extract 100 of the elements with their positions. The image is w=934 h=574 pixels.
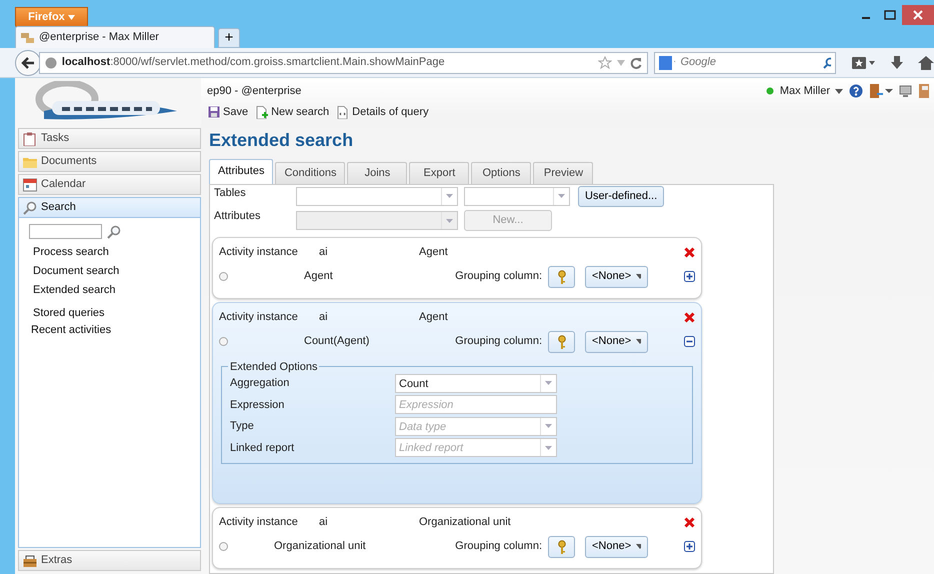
attribute-card[interactable]: Activity instance ai Agent Count(Agent) Grouping column: <None> Extended Options Aggregation Count Expression Expression Type Data type Linked report Linked report xyxy=(212,302,702,504)
text-field[interactable]: Expression xyxy=(395,395,557,414)
field-label: Linked report xyxy=(230,440,296,456)
field-label: Aggregation xyxy=(230,376,290,391)
page-title: Extended search xyxy=(209,128,354,152)
clipboard-icon xyxy=(23,132,37,146)
search-icon[interactable] xyxy=(107,224,121,238)
accordion-header[interactable]: Calendar xyxy=(18,174,201,195)
expand-icon[interactable] xyxy=(684,541,695,552)
sidebar-link[interactable]: Stored queries xyxy=(27,300,192,323)
field-label: Type xyxy=(230,419,255,434)
search-box[interactable]: Google xyxy=(654,52,836,74)
toolbar-button[interactable]: Save xyxy=(208,104,248,120)
home-icon[interactable] xyxy=(918,56,934,70)
reload-icon[interactable] xyxy=(630,56,642,68)
tab[interactable]: Attributes xyxy=(209,158,274,184)
key-button[interactable] xyxy=(548,536,575,558)
attribute-name: Count(Agent) xyxy=(303,334,370,350)
tab-favicon-icon xyxy=(21,32,35,44)
radio-button[interactable] xyxy=(219,337,228,346)
delete-icon[interactable] xyxy=(684,517,695,528)
search-icon[interactable] xyxy=(822,56,832,68)
monitor-icon[interactable] xyxy=(899,84,913,98)
user-menu[interactable]: Max Miller xyxy=(780,82,843,100)
key-icon xyxy=(558,270,566,284)
accordion-header[interactable]: Extras xyxy=(18,550,201,571)
dropdown[interactable]: Count xyxy=(395,374,557,393)
caret-icon xyxy=(636,339,641,344)
url-text: localhost:8000/wf/servlet.method/com.groiss.smartclient.Main.showMainPage xyxy=(62,55,446,70)
table-name: Activity instance xyxy=(219,310,299,326)
key-button[interactable] xyxy=(548,330,575,352)
calendar-icon xyxy=(23,178,37,192)
new-document-icon xyxy=(256,106,268,119)
column-name: Agent xyxy=(419,245,449,260)
accordion-header[interactable]: Tasks xyxy=(18,128,201,149)
caret-icon xyxy=(545,446,552,450)
field-label: Attributes xyxy=(214,208,262,224)
grouping-dropdown[interactable]: <None> xyxy=(585,536,648,558)
accordion-header[interactable]: Documents xyxy=(18,151,201,172)
sidebar-link[interactable]: Process search xyxy=(27,243,192,262)
delete-icon[interactable] xyxy=(684,247,695,258)
column-name: Organizational unit xyxy=(419,515,512,530)
caret-icon xyxy=(446,218,453,222)
search-field[interactable] xyxy=(29,224,102,239)
attribute-card[interactable]: Activity instance ai Organizational unit Organizational unit Grouping column: <None> xyxy=(212,506,702,568)
sidebar-link[interactable]: Recent activities xyxy=(27,323,192,340)
radio-button[interactable] xyxy=(219,542,228,551)
toolbar-button[interactable]: New search xyxy=(256,104,330,120)
delete-icon[interactable] xyxy=(684,312,695,323)
sidebar-link[interactable]: Extended search xyxy=(27,281,192,300)
cabinet-icon[interactable] xyxy=(919,83,929,99)
caret-icon xyxy=(446,194,453,198)
grouping-dropdown[interactable]: <None> xyxy=(585,330,648,352)
grouping-label: Grouping column: xyxy=(455,269,542,284)
download-icon[interactable] xyxy=(890,56,904,70)
caret-icon xyxy=(636,544,641,549)
user-defined-button[interactable]: User-defined... xyxy=(578,186,664,206)
browser-tab[interactable]: @enterprise - Max Miller xyxy=(15,26,215,48)
globe-icon xyxy=(44,56,57,68)
column-name: Agent xyxy=(419,310,449,326)
tab[interactable]: Options xyxy=(471,162,532,184)
key-button[interactable] xyxy=(548,266,575,288)
field-label: Tables xyxy=(214,186,247,200)
table-name: Activity instance xyxy=(219,515,299,530)
grouping-label: Grouping column: xyxy=(455,334,542,350)
caret-icon xyxy=(835,88,843,94)
attribute-name: Agent xyxy=(303,269,334,284)
help-icon[interactable] xyxy=(849,84,863,98)
tab[interactable]: Conditions xyxy=(275,162,346,184)
collapse-icon[interactable] xyxy=(684,336,695,347)
address-bar[interactable]: localhost:8000/wf/servlet.method/com.groiss.smartclient.Main.showMainPage xyxy=(38,52,648,74)
expand-icon[interactable] xyxy=(684,271,695,282)
radio-button[interactable] xyxy=(219,272,228,281)
caret-icon xyxy=(68,14,75,20)
bookmarks-icon[interactable] xyxy=(852,56,876,70)
google-icon xyxy=(659,56,674,70)
star-icon[interactable] xyxy=(598,56,612,69)
app-title: ep90 - @enterprise xyxy=(206,84,302,99)
attribute-name: Organizational unit xyxy=(273,539,367,554)
save-icon xyxy=(208,106,220,119)
back-button[interactable] xyxy=(15,50,41,76)
toolbox-icon xyxy=(23,554,37,568)
document-icon xyxy=(337,106,350,119)
search-icon xyxy=(23,200,37,214)
sidebar-link[interactable]: Document search xyxy=(27,262,192,281)
new-tab-button[interactable]: + xyxy=(218,28,240,48)
tab[interactable]: Export xyxy=(409,162,470,184)
caret-icon xyxy=(558,194,565,198)
grouping-dropdown[interactable]: <None> xyxy=(585,266,648,288)
door-icon[interactable] xyxy=(869,83,893,99)
accordion-header[interactable]: Search xyxy=(18,197,201,218)
key-icon xyxy=(558,540,566,554)
grouping-label: Grouping column: xyxy=(455,539,542,554)
tab[interactable]: Joins xyxy=(347,162,408,184)
toolbar-button[interactable]: Details of query xyxy=(337,104,429,120)
close-icon[interactable] xyxy=(902,5,934,25)
table-alias: ai xyxy=(319,310,329,326)
tab[interactable]: Preview xyxy=(533,162,594,184)
attribute-card[interactable]: Activity instance ai Agent Agent Grouping column: <None> xyxy=(212,236,702,298)
table-alias: ai xyxy=(319,245,329,260)
